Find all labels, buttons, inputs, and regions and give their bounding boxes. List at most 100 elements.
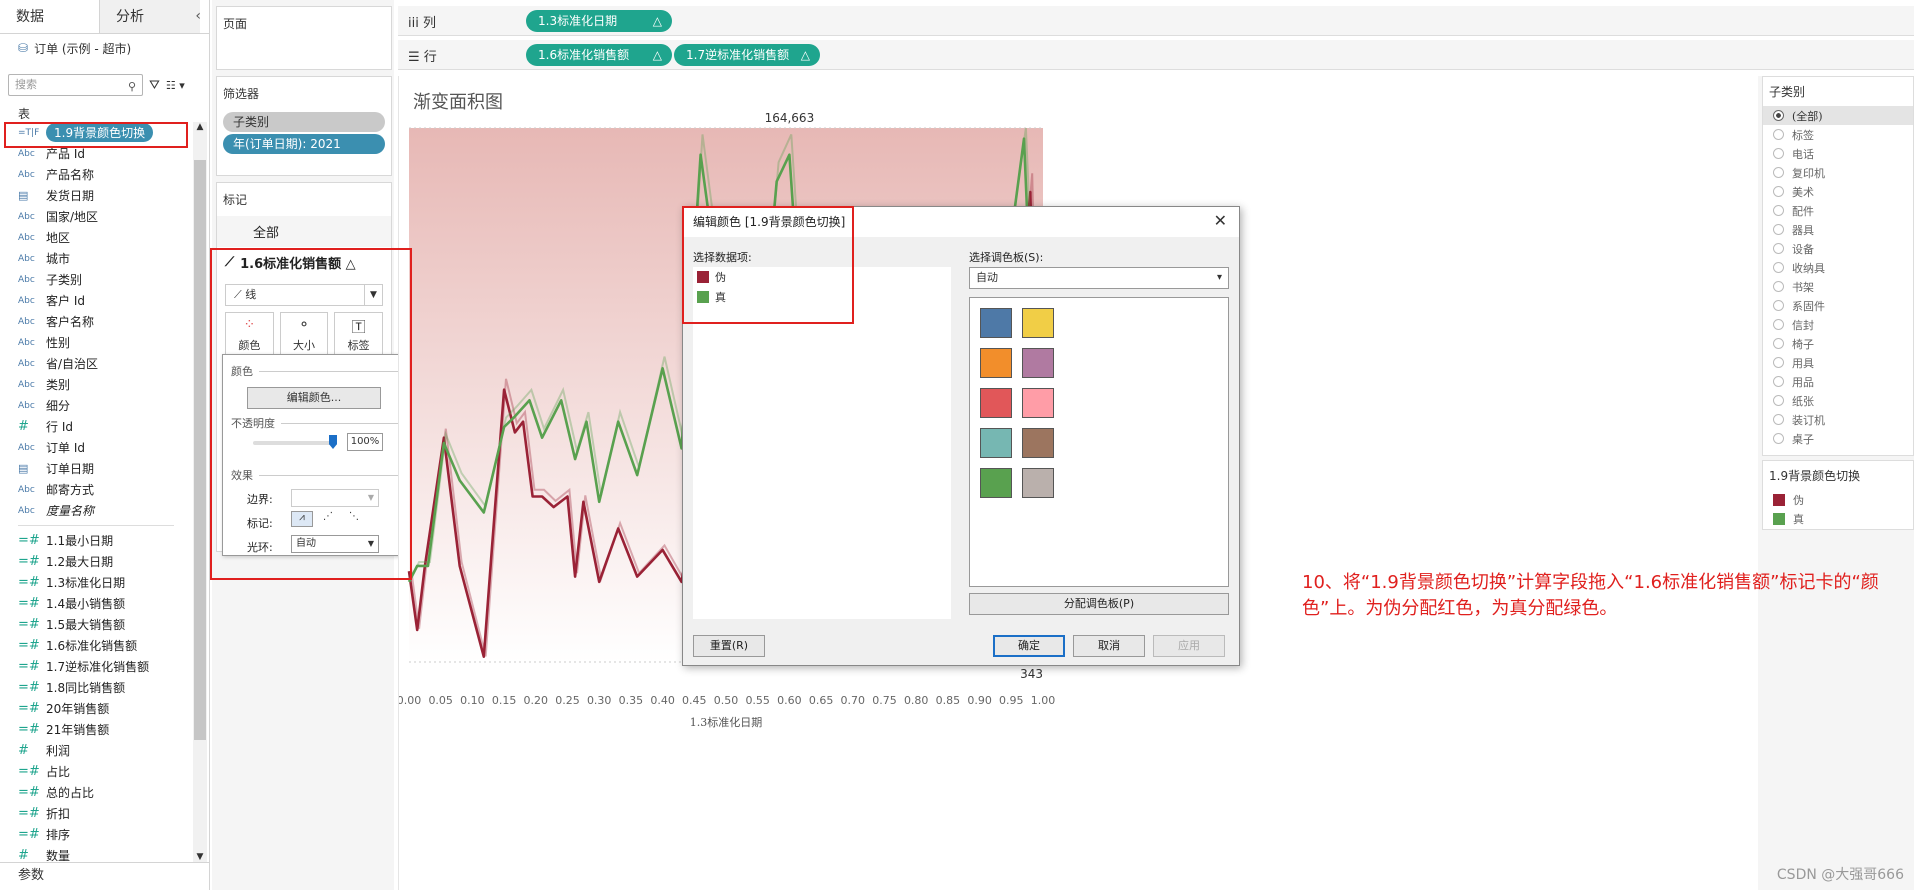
subcategory-option[interactable]: 用具 — [1763, 353, 1913, 372]
palette-swatch[interactable] — [980, 468, 1012, 498]
color-legend-item[interactable]: 伪 — [1763, 490, 1913, 509]
dimension-field-0[interactable]: =T|F 1.9背景颜色切换 — [0, 122, 192, 143]
radio-button-icon[interactable] — [1773, 300, 1784, 311]
measure-field-10[interactable]: # 利润 — [0, 740, 192, 761]
marker-option-some-icon[interactable]: ⋰ — [317, 511, 339, 527]
row-pill-inverse-sales[interactable]: 1.7逆标准化销售额 △ — [674, 44, 820, 66]
dimension-field-3[interactable]: ▤ 发货日期 — [0, 185, 192, 206]
border-select[interactable]: ▼ — [291, 489, 379, 507]
subcategory-option[interactable]: 复印机 — [1763, 163, 1913, 182]
filter-pill-year[interactable]: 年(订单日期): 2021 — [223, 134, 385, 154]
tab-data[interactable]: 数据 — [0, 0, 100, 33]
edit-colors-button[interactable]: 编辑颜色... — [247, 387, 381, 409]
palette-swatch[interactable] — [980, 388, 1012, 418]
subcategory-option[interactable]: 装订机 — [1763, 410, 1913, 429]
dimension-field-14[interactable]: # 行 Id — [0, 416, 192, 437]
measure-field-0[interactable]: =# 1.1最小日期 — [0, 530, 192, 551]
radio-button-icon[interactable] — [1773, 262, 1784, 273]
column-pill-date[interactable]: 1.3标准化日期 △ — [526, 10, 672, 32]
dimension-field-7[interactable]: Abc 子类别 — [0, 269, 192, 290]
palette-swatch[interactable] — [980, 348, 1012, 378]
subcategory-option[interactable]: 设备 — [1763, 239, 1913, 258]
measure-field-11[interactable]: =# 占比 — [0, 761, 192, 782]
palette-swatch[interactable] — [980, 308, 1012, 338]
dimension-field-5[interactable]: Abc 地区 — [0, 227, 192, 248]
dimension-field-2[interactable]: Abc 产品名称 — [0, 164, 192, 185]
subcategory-option[interactable]: 器具 — [1763, 220, 1913, 239]
dimension-field-10[interactable]: Abc 性别 — [0, 332, 192, 353]
dimension-field-12[interactable]: Abc 类别 — [0, 374, 192, 395]
cancel-button[interactable]: 取消 — [1073, 635, 1145, 657]
dimension-field-11[interactable]: Abc 省/自治区 — [0, 353, 192, 374]
scroll-up-icon[interactable]: ▲ — [193, 122, 207, 132]
field-list-scrollbar[interactable]: ▲ ▼ — [193, 122, 207, 862]
palette-swatch[interactable] — [1022, 308, 1054, 338]
view-options-icon[interactable]: ☷ ▾ — [166, 79, 185, 92]
measure-field-3[interactable]: =# 1.4最小销售额 — [0, 593, 192, 614]
palette-swatch[interactable] — [1022, 428, 1054, 458]
radio-button-icon[interactable] — [1773, 167, 1784, 178]
radio-button-icon[interactable] — [1773, 243, 1784, 254]
dimension-field-17[interactable]: Abc 邮寄方式 — [0, 479, 192, 500]
scroll-down-icon[interactable]: ▼ — [193, 852, 207, 862]
radio-button-icon[interactable] — [1773, 414, 1784, 425]
reset-button[interactable]: 重置(R) — [693, 635, 765, 657]
opacity-slider-handle[interactable] — [329, 435, 337, 449]
filter-icon[interactable]: ⛛ — [149, 78, 160, 93]
radio-button-icon[interactable] — [1773, 186, 1784, 197]
marker-option-all-icon[interactable]: ⋱ — [343, 511, 365, 527]
subcategory-option[interactable]: 标签 — [1763, 125, 1913, 144]
dimension-field-13[interactable]: Abc 细分 — [0, 395, 192, 416]
apply-button[interactable]: 应用 — [1153, 635, 1225, 657]
measure-field-14[interactable]: =# 排序 — [0, 824, 192, 845]
radio-button-icon[interactable] — [1773, 319, 1784, 330]
subcategory-option[interactable]: 美术 — [1763, 182, 1913, 201]
data-item[interactable]: 伪 — [693, 267, 951, 287]
subcategory-option[interactable]: 书架 — [1763, 277, 1913, 296]
radio-button-icon[interactable] — [1773, 433, 1784, 444]
radio-button-icon[interactable] — [1773, 281, 1784, 292]
palette-swatch[interactable] — [1022, 468, 1054, 498]
radio-button-icon[interactable] — [1773, 224, 1784, 235]
dimension-field-9[interactable]: Abc 客户名称 — [0, 311, 192, 332]
subcategory-option[interactable]: 电话 — [1763, 144, 1913, 163]
opacity-value-input[interactable]: 100% — [347, 433, 383, 451]
radio-button-icon[interactable] — [1773, 357, 1784, 368]
subcategory-option[interactable]: 椅子 — [1763, 334, 1913, 353]
subcategory-option[interactable]: 桌子 — [1763, 429, 1913, 448]
measure-field-4[interactable]: =# 1.5最大销售额 — [0, 614, 192, 635]
dimension-field-15[interactable]: Abc 订单 Id — [0, 437, 192, 458]
filters-card[interactable]: 筛选器 子类别 年(订单日期): 2021 — [216, 76, 392, 176]
marks-measure-row[interactable]: ⟋ 1.6标准化销售额 △ — [217, 247, 391, 278]
measure-field-6[interactable]: =# 1.7逆标准化销售额 — [0, 656, 192, 677]
row-pill-sales[interactable]: 1.6标准化销售额 △ — [526, 44, 672, 66]
radio-button-icon[interactable] — [1773, 205, 1784, 216]
subcategory-option[interactable]: 收纳具 — [1763, 258, 1913, 277]
subcategory-option[interactable]: 信封 — [1763, 315, 1913, 334]
palette-swatch[interactable] — [1022, 348, 1054, 378]
measure-field-2[interactable]: =# 1.3标准化日期 — [0, 572, 192, 593]
measure-field-12[interactable]: =# 总的占比 — [0, 782, 192, 803]
subcategory-option[interactable]: 配件 — [1763, 201, 1913, 220]
radio-button-icon[interactable] — [1773, 129, 1784, 140]
dimension-field-1[interactable]: Abc 产品 Id — [0, 143, 192, 164]
radio-button-icon[interactable] — [1773, 395, 1784, 406]
marker-option-none-icon[interactable]: ⩘ — [291, 511, 313, 527]
halo-select[interactable]: 自动 ▼ — [291, 535, 379, 553]
tab-analysis[interactable]: 分析 — [100, 0, 200, 33]
assign-palette-button[interactable]: 分配调色板(P) — [969, 593, 1229, 615]
size-button[interactable]: ⚬ 大小 — [279, 312, 329, 358]
palette-swatch[interactable] — [980, 428, 1012, 458]
close-icon[interactable]: ✕ — [1214, 211, 1227, 230]
collapse-pane-icon[interactable]: ‹ — [195, 8, 201, 24]
pages-card[interactable]: 页面 — [216, 6, 392, 70]
dimension-field-16[interactable]: ▤ 订单日期 — [0, 458, 192, 479]
dimension-field-18[interactable]: Abc 度量名称 — [0, 500, 192, 521]
measure-field-7[interactable]: =# 1.8同比销售额 — [0, 677, 192, 698]
label-button[interactable]: 🅃 标签 — [334, 312, 384, 358]
measure-field-8[interactable]: =# 20年销售额 — [0, 698, 192, 719]
opacity-slider-track[interactable] — [253, 441, 333, 445]
measure-field-1[interactable]: =# 1.2最大日期 — [0, 551, 192, 572]
marks-all-row[interactable]: 全部 — [217, 216, 391, 247]
subcategory-option[interactable]: 纸张 — [1763, 391, 1913, 410]
